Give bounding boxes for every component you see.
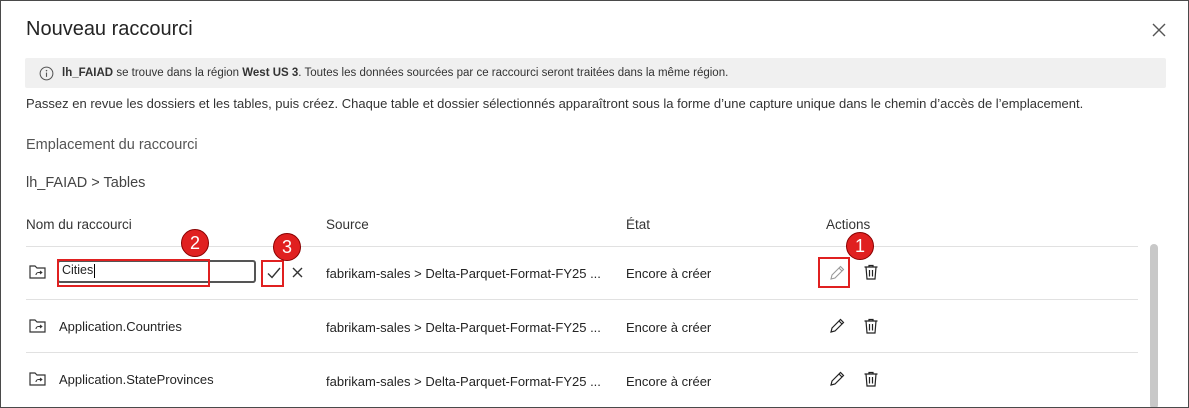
new-shortcut-dialog: Nouveau raccourci lh_FAIAD se trouve dan… xyxy=(0,0,1189,408)
column-header-actions: Actions xyxy=(826,217,871,232)
vertical-scrollbar[interactable] xyxy=(1150,244,1158,407)
state-text: Encore à créer xyxy=(626,320,712,335)
annotation-badge-3: 3 xyxy=(273,233,301,261)
shortcut-name: Application.StateProvinces xyxy=(59,372,214,387)
column-header-source: Source xyxy=(326,217,369,232)
section-title: Emplacement du raccourci xyxy=(26,137,198,153)
dialog-title: Nouveau raccourci xyxy=(26,18,193,40)
close-icon[interactable] xyxy=(1150,21,1168,39)
pencil-icon[interactable] xyxy=(828,370,846,388)
trash-icon[interactable] xyxy=(862,370,880,388)
table-row[interactable]: Application.Countries fabrikam-sales > D… xyxy=(26,299,1138,352)
region-info-banner: lh_FAIAD se trouve dans la région West U… xyxy=(25,58,1166,88)
annotation-highlight-name-input xyxy=(57,259,210,287)
breadcrumb: lh_FAIAD > Tables xyxy=(26,175,146,191)
annotation-badge-2: 2 xyxy=(181,229,209,257)
banner-text-1: se trouve dans la région xyxy=(113,67,243,79)
annotation-highlight-check xyxy=(261,260,284,287)
pencil-icon[interactable] xyxy=(828,317,846,335)
dialog-description: Passez en revue les dossiers et les tabl… xyxy=(26,96,1084,111)
column-header-name: Nom du raccourci xyxy=(26,217,132,232)
source-path: fabrikam-sales > Delta-Parquet-Format-FY… xyxy=(326,374,601,389)
trash-icon[interactable] xyxy=(862,263,880,281)
region-name: West US 3 xyxy=(242,67,299,79)
state-text: Encore à créer xyxy=(626,266,712,281)
source-path: fabrikam-sales > Delta-Parquet-Format-FY… xyxy=(326,266,601,281)
state-text: Encore à créer xyxy=(626,374,712,389)
column-header-state: État xyxy=(626,217,651,232)
annotation-badge-1: 1 xyxy=(846,232,874,260)
lakehouse-name: lh_FAIAD xyxy=(62,67,114,79)
shortcut-folder-icon xyxy=(29,265,46,279)
info-icon xyxy=(39,66,54,80)
annotation-highlight-pencil xyxy=(818,257,850,288)
shortcut-folder-icon xyxy=(29,372,46,386)
shortcut-name: Application.Countries xyxy=(59,319,182,334)
source-path: fabrikam-sales > Delta-Parquet-Format-FY… xyxy=(326,320,601,335)
trash-icon[interactable] xyxy=(862,317,880,335)
shortcut-folder-icon xyxy=(29,319,46,333)
cancel-icon[interactable] xyxy=(290,265,305,280)
table-row[interactable]: Application.StateProvinces fabrikam-sale… xyxy=(26,352,1138,405)
banner-text-2: . Toutes les données sourcées par ce rac… xyxy=(298,67,729,79)
